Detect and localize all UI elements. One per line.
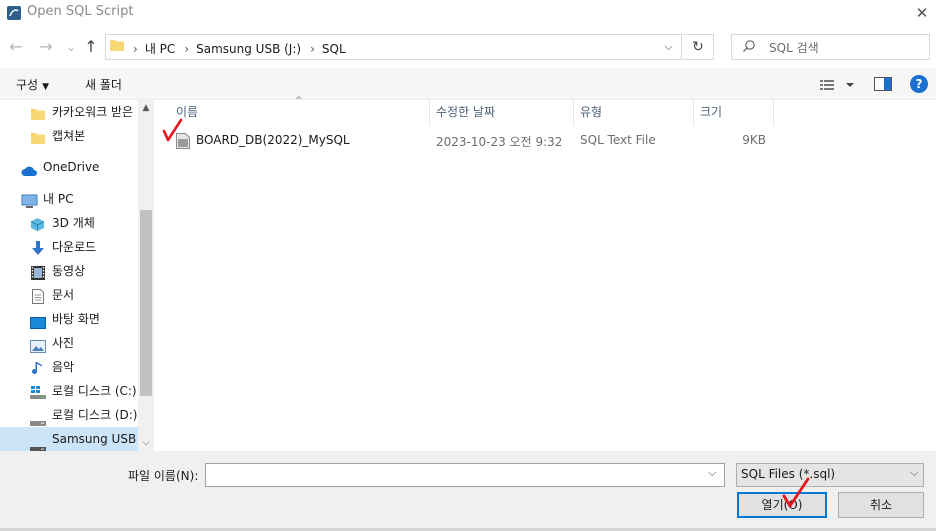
sidebar-item-label: 문서 [52,288,75,302]
scroll-up-arrow[interactable]: ▲ [138,100,154,116]
document-icon [32,288,47,304]
scrollbar-thumb[interactable] [140,210,152,396]
preview-pane-icon[interactable] [874,77,892,91]
download-icon [31,240,46,255]
sidebar-item-samsung-usb[interactable]: Samsung USB (J:) [0,427,138,451]
organize-label: 구성 [16,78,39,92]
close-button[interactable]: ✕ [912,3,932,23]
video-icon [31,264,46,280]
drive-icon [30,411,46,426]
sidebar-item-label: 사진 [52,336,75,350]
file-type: SQL Text File [580,133,656,147]
search-placeholder: SQL 검색 [769,41,819,55]
cancel-button[interactable]: 취소 [838,492,924,518]
chevron-right-icon: › [133,42,138,56]
caret-down-icon: ▼ [42,82,50,92]
sidebar-item-local-disk-c[interactable]: 로컬 디스크 (C:) [0,379,138,403]
search-icon [742,39,756,53]
sidebar-item-downloads[interactable]: 다운로드 [0,235,138,259]
chevron-right-icon[interactable]: › [310,42,315,56]
sidebar-item-desktop[interactable]: 바탕 화면 [0,307,138,331]
picture-icon [30,337,46,353]
refresh-button[interactable]: ↻ [683,34,714,60]
up-button[interactable]: ↑ [81,36,101,58]
recent-locations-button[interactable]: ⌄ [61,36,81,58]
filename-input[interactable] [205,463,725,487]
sidebar-item-videos[interactable]: 동영상 [0,259,138,283]
cube-icon [30,216,45,231]
column-header-size[interactable]: 크기 [694,100,774,126]
sidebar-item-label: 3D 개체 [52,216,95,230]
view-options-button[interactable] [819,77,857,93]
command-bar [0,68,936,100]
sidebar-item-label: 음악 [52,360,75,374]
usb-drive-icon [30,437,46,451]
sidebar-item-onedrive[interactable]: OneDrive [0,155,138,179]
folder-icon [31,129,46,144]
open-button[interactable]: 열기(O) [737,492,827,518]
sidebar-item-label: 카카오워크 받은 [52,105,134,119]
sidebar-item-captures[interactable]: 캡쳐본 [0,124,138,148]
sidebar-item-label: 바탕 화면 [52,312,100,326]
scroll-down-arrow[interactable]: ⌵ [138,435,154,451]
help-button[interactable]: ? [910,75,928,93]
column-header-name[interactable]: 이름 [170,100,430,126]
folder-icon [31,105,46,120]
windows-drive-icon [30,384,46,399]
breadcrumb-item[interactable]: Samsung USB (J:) [196,42,301,56]
filename-label: 파일 이름(N): [128,469,199,483]
back-button[interactable]: ← [6,36,26,58]
sidebar-item-local-disk-d[interactable]: 로컬 디스크 (D:) [0,403,138,427]
sidebar-item-label: 로컬 디스크 (C:) [52,384,137,398]
sql-file-icon [176,133,190,149]
sidebar-item-label: OneDrive [43,160,100,174]
sidebar-item-label: 로컬 디스크 (D:) [52,408,138,422]
column-header-type[interactable]: 유형 [574,100,694,126]
window-title: Open SQL Script [27,4,134,19]
search-input[interactable] [731,34,930,60]
file-name[interactable]: BOARD_DB(2022)_MySQL [196,133,350,147]
pc-icon [21,192,38,208]
file-list [156,100,936,451]
sidebar-item-label: 캡쳐본 [52,129,86,143]
sidebar-item-label: 내 PC [43,192,74,206]
sidebar-item-music[interactable]: 음악 [0,355,138,379]
forward-button[interactable]: → [36,36,56,58]
new-folder-button[interactable]: 새 폴더 [85,76,122,93]
sidebar-item-label: 동영상 [52,264,86,278]
sidebar-item-this-pc[interactable]: 내 PC [0,187,138,211]
folder-icon [110,39,124,51]
chevron-down-icon[interactable]: ⌵ [708,466,716,480]
sidebar-item-label: Samsung USB (J:) [52,432,138,446]
breadcrumb-item[interactable]: 내 PC [145,42,175,56]
desktop-icon [30,313,46,329]
filetype-value: SQL Files (*.sql) [741,467,836,481]
sidebar-item-kakaowork[interactable]: 카카오워크 받은 [0,100,138,124]
file-size: 9KB [742,133,766,147]
navigation-pane: 카카오워크 받은 캡쳐본 OneDrive 내 PC 3D 개체 다운로드 동영… [0,100,155,451]
chevron-down-icon[interactable]: ⌵ [910,466,918,480]
mysql-workbench-icon [6,5,22,21]
chevron-down-icon[interactable]: ⌵ [656,35,681,59]
sidebar-item-documents[interactable]: 문서 [0,283,138,307]
organize-button[interactable]: 구성 ▼ [16,76,49,93]
title-bar [0,0,936,26]
breadcrumb-item[interactable]: SQL [322,42,346,56]
column-header-modified[interactable]: 수정한 날짜 [430,100,574,126]
music-icon [32,360,47,374]
chevron-right-icon[interactable]: › [184,42,189,56]
breadcrumb: › 내 PC › Samsung USB (J:) › SQL [128,40,350,57]
file-modified: 2023-10-23 오전 9:32 [436,135,563,149]
sidebar-item-3d-objects[interactable]: 3D 개체 [0,211,138,235]
sidebar-item-pictures[interactable]: 사진 [0,331,138,355]
sidebar-item-label: 다운로드 [52,240,97,254]
cloud-icon [21,161,37,176]
